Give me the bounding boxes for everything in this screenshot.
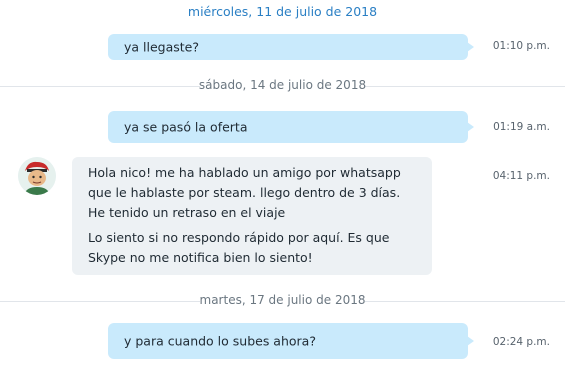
message-bubble-outgoing[interactable]: ya se pasó la oferta — [108, 111, 474, 143]
message-line: Hola nico! me ha hablado un amigo por wh… — [88, 165, 401, 180]
message-text: ya se pasó la oferta — [124, 119, 248, 135]
message-timestamp: 01:10 p.m. — [492, 40, 550, 52]
date-header-first: miércoles, 11 de julio de 2018 — [187, 4, 378, 19]
message-line: Lo siento si no respondo rápido por aquí… — [88, 230, 390, 245]
message-bubble-incoming[interactable]: Hola nico! me ha hablado un amigo por wh… — [72, 157, 432, 275]
message-line: Skype no me notifica bien lo siento! — [88, 250, 313, 265]
message-timestamp: 02:24 p.m. — [492, 336, 550, 348]
message-paragraph: Hola nico! me ha hablado un amigo por wh… — [88, 163, 418, 223]
message-line: que le hablaste por steam. llego dentro … — [88, 185, 401, 200]
message-line: He tenido un retraso en el viaje — [88, 205, 286, 220]
date-divider-label: martes, 17 de julio de 2018 — [199, 293, 366, 307]
contact-avatar-icon[interactable] — [18, 157, 56, 195]
message-timestamp: 01:19 a.m. — [493, 121, 550, 133]
message-bubble-outgoing[interactable]: y para cuando lo subes ahora? — [108, 323, 474, 359]
date-divider: sábado, 14 de julio de 2018 — [0, 78, 565, 94]
message-timestamp: 04:11 p.m. — [492, 170, 550, 182]
message-paragraph: Lo siento si no respondo rápido por aquí… — [88, 228, 418, 268]
message-bubble-outgoing[interactable]: ya llegaste? — [108, 34, 474, 60]
date-divider-label: sábado, 14 de julio de 2018 — [198, 78, 367, 92]
message-text: y para cuando lo subes ahora? — [124, 333, 316, 349]
date-divider: martes, 17 de julio de 2018 — [0, 293, 565, 309]
message-text: ya llegaste? — [124, 39, 199, 55]
